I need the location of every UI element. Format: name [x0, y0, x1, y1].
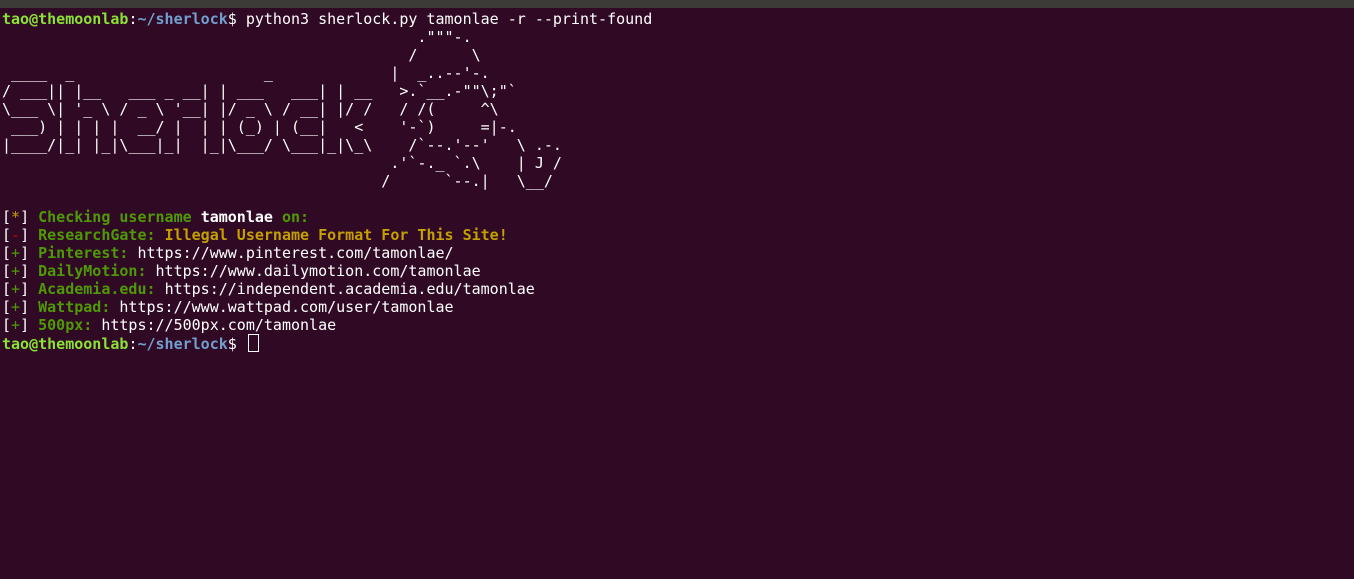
result-line-found: [+] Pinterest: https://www.pinterest.com… [2, 244, 454, 262]
window-top-bar [0, 0, 1354, 8]
prompt-dollar: $ [227, 335, 237, 353]
site-name: ResearchGate: [38, 226, 156, 244]
prompt-user-host: tao@themoonlab [2, 335, 129, 353]
profile-url[interactable]: https://www.pinterest.com/tamonlae/ [137, 244, 453, 262]
status-symbol: + [11, 316, 21, 334]
terminal-window[interactable]: tao@themoonlab:~/sherlock$ python3 sherl… [0, 8, 1354, 579]
status-symbol: + [11, 280, 21, 298]
profile-url[interactable]: https://500px.com/tamonlae [101, 316, 336, 334]
status-symbol: - [11, 226, 21, 244]
prompt-user-host: tao@themoonlab [2, 10, 129, 28]
prompt-dollar: $ [227, 10, 237, 28]
site-name: 500px: [38, 316, 93, 334]
active-prompt-line[interactable]: tao@themoonlab:~/sherlock$ [2, 334, 1354, 353]
checking-suffix: on: [281, 208, 310, 226]
result-line-found: [+] Wattpad: https://www.wattpad.com/use… [2, 298, 454, 316]
result-line-error: [-] ResearchGate: Illegal Username Forma… [2, 226, 508, 244]
status-symbol: * [11, 208, 21, 226]
profile-url[interactable]: https://www.dailymotion.com/tamonlae [156, 262, 481, 280]
checking-label: Checking username [38, 208, 192, 226]
prompt-path: ~/sherlock [137, 10, 228, 28]
status-symbol: + [11, 298, 21, 316]
error-message: Illegal Username Format For This Site! [164, 226, 508, 244]
site-name: Academia.edu: [38, 280, 156, 298]
command-text: python3 sherlock.py tamonlae -r --print-… [245, 10, 653, 28]
result-line-found: [+] DailyMotion: https://www.dailymotion… [2, 262, 481, 280]
command-line: tao@themoonlab:~/sherlock$ python3 sherl… [2, 10, 1354, 28]
result-line-found: [+] 500px: https://500px.com/tamonlae [2, 316, 337, 334]
site-name: Pinterest: [38, 244, 129, 262]
username: tamonlae [200, 208, 273, 226]
site-name: Wattpad: [38, 298, 111, 316]
site-name: DailyMotion: [38, 262, 147, 280]
status-symbol: + [11, 244, 21, 262]
result-line-checking: [*] Checking username tamonlae on: [2, 208, 310, 226]
text-cursor[interactable] [247, 334, 259, 352]
profile-url[interactable]: https://independent.academia.edu/tamonla… [165, 280, 535, 298]
profile-url[interactable]: https://www.wattpad.com/user/tamonlae [119, 298, 453, 316]
prompt-path: ~/sherlock [137, 335, 228, 353]
result-line-found: [+] Academia.edu: https://independent.ac… [2, 280, 535, 298]
sherlock-ascii-banner: ."""-. / \ ____ _ _ | _..--'-. / ___|| |… [2, 28, 562, 190]
status-symbol: + [11, 262, 21, 280]
